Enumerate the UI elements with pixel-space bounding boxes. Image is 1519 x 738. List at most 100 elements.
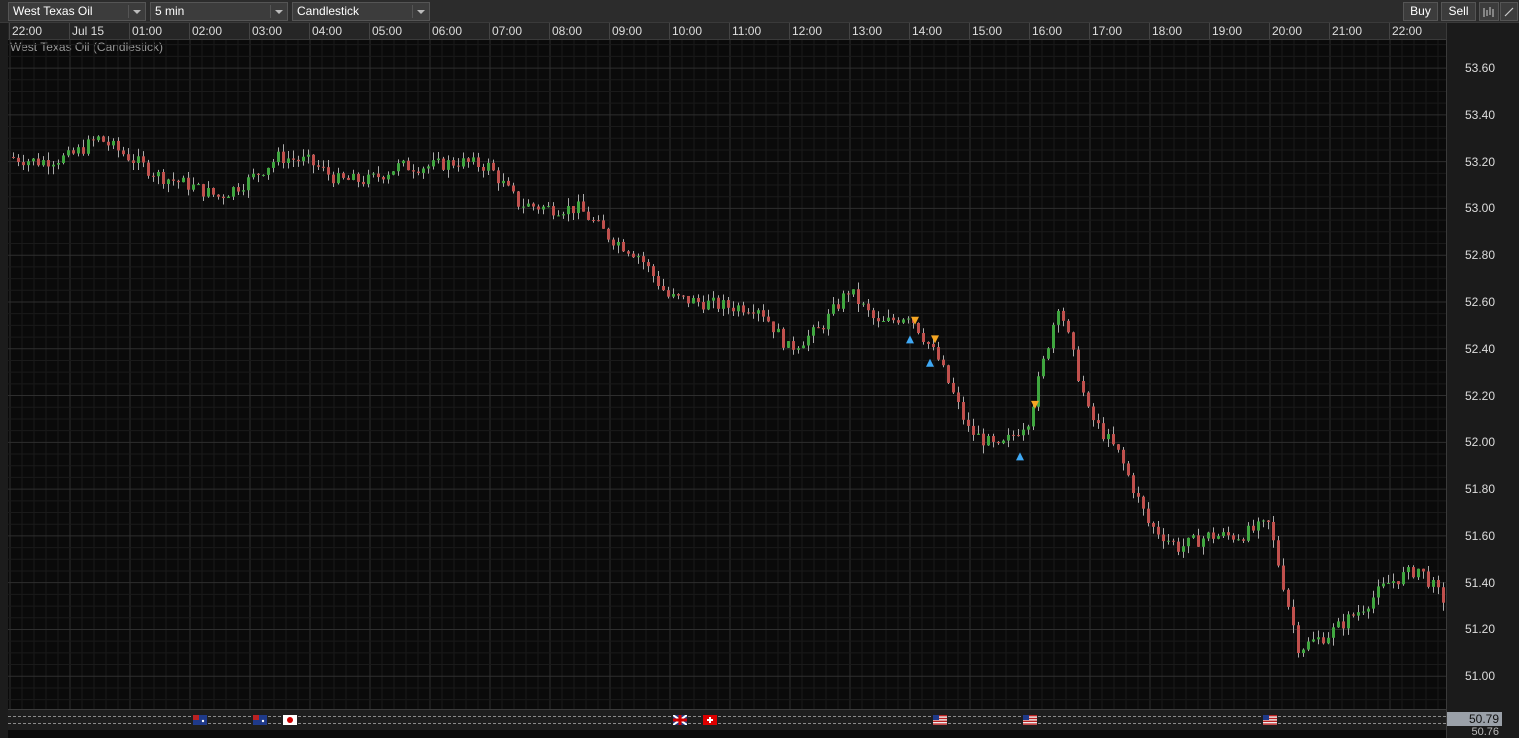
candle-up — [422, 168, 425, 173]
candle-up — [252, 173, 255, 178]
candle-down — [212, 187, 215, 195]
candle-up — [427, 166, 430, 169]
candlestick-plot[interactable] — [8, 40, 1446, 709]
candle-up — [242, 190, 245, 192]
candle-down — [1067, 320, 1070, 333]
candle-down — [537, 206, 540, 210]
flag-au-icon[interactable] — [253, 715, 267, 725]
candle-down — [857, 289, 860, 305]
flag-gb-icon[interactable] — [673, 715, 687, 725]
candle-down — [632, 253, 635, 258]
candle-down — [47, 160, 50, 167]
candle-down — [1087, 392, 1090, 407]
candle-up — [777, 328, 780, 333]
price-tick-label: 53.40 — [1465, 107, 1496, 122]
candle-down — [172, 179, 175, 181]
candle-up — [472, 157, 475, 162]
candle-down — [1147, 508, 1150, 523]
candle-down — [612, 239, 615, 246]
candle-down — [622, 241, 625, 252]
candle-up — [862, 303, 865, 305]
flag-us-icon[interactable] — [933, 715, 947, 725]
candle-up — [1312, 639, 1315, 642]
candle-down — [332, 174, 335, 184]
flag-us-icon[interactable] — [1023, 715, 1037, 725]
candle-down — [1012, 434, 1015, 436]
candle-down — [162, 172, 165, 184]
candle-down — [142, 156, 145, 163]
candle-down — [1422, 568, 1425, 572]
candle-up — [387, 174, 390, 180]
candle-down — [1062, 310, 1065, 321]
candle-down — [467, 158, 470, 162]
candle-down — [1177, 541, 1180, 552]
interval-select[interactable]: 5 min — [150, 2, 288, 21]
candle-up — [232, 187, 235, 197]
candle-down — [37, 158, 40, 166]
candle-down — [1412, 567, 1415, 578]
chart-tools-button[interactable] — [1479, 2, 1499, 21]
price-tick-label: 52.00 — [1465, 435, 1496, 450]
time-tick-label: 16:00 — [1032, 24, 1063, 38]
candle-down — [1292, 606, 1295, 626]
time-tick-label: 08:00 — [552, 24, 583, 38]
candle-down — [322, 166, 325, 168]
candle-down — [877, 318, 880, 322]
time-tick-label: 20:00 — [1272, 24, 1303, 38]
candle-down — [1282, 565, 1285, 590]
candle-down — [1102, 423, 1105, 440]
price-tick-label: 52.40 — [1465, 341, 1496, 356]
candle-down — [1017, 435, 1020, 437]
candle-up — [1207, 532, 1210, 539]
candle-up — [1387, 583, 1390, 585]
candle-down — [312, 154, 315, 166]
candle-down — [347, 177, 350, 180]
flag-au-icon[interactable] — [193, 715, 207, 725]
candle-down — [642, 256, 645, 263]
flag-jp-icon[interactable] — [283, 715, 297, 725]
buy-button[interactable]: Buy — [1403, 2, 1438, 21]
candle-down — [677, 294, 680, 296]
candle-up — [1222, 532, 1225, 537]
candle-down — [257, 173, 260, 175]
instrument-select[interactable]: West Texas Oil — [8, 2, 146, 21]
candle-down — [782, 328, 785, 348]
candle-up — [502, 180, 505, 184]
candle-down — [697, 297, 700, 302]
chart-type-select[interactable]: Candlestick — [292, 2, 430, 21]
candle-down — [1157, 526, 1160, 535]
candle-down — [602, 220, 605, 229]
candle-down — [662, 286, 665, 291]
candle-up — [1372, 597, 1375, 609]
candle-down — [1242, 539, 1245, 541]
candle-up — [182, 177, 185, 183]
candle-down — [12, 156, 15, 158]
price-axis[interactable]: 53.60 53.40 53.20 53.00 52.80 52.60 52.40 52.20… — [1446, 23, 1519, 738]
candle-up — [192, 184, 195, 190]
candle-up — [97, 136, 100, 141]
candle-up — [402, 160, 405, 164]
candle-down — [607, 228, 610, 240]
sell-button[interactable]: Sell — [1441, 2, 1476, 21]
current-price-label: 50.79 — [1447, 712, 1502, 726]
sell-marker-icon — [931, 335, 939, 344]
candle-up — [902, 319, 905, 323]
current-price-secondary: 50.76 — [1471, 726, 1499, 738]
candle-down — [22, 162, 25, 166]
candle-up — [1047, 348, 1050, 359]
candle-up — [827, 313, 830, 330]
candle-up — [692, 297, 695, 304]
candle-down — [727, 300, 730, 308]
draw-line-button[interactable] — [1500, 2, 1518, 21]
flag-us-icon[interactable] — [1263, 715, 1277, 725]
candle-down — [1142, 496, 1145, 509]
candle-up — [722, 300, 725, 309]
flag-ch-icon[interactable] — [703, 715, 717, 725]
candle-down — [532, 203, 535, 207]
candle-down — [947, 365, 950, 383]
candle-down — [377, 173, 380, 178]
candle-down — [282, 151, 285, 163]
time-tick-label: 04:00 — [312, 24, 343, 38]
time-tick-label: 19:00 — [1212, 24, 1243, 38]
candle-up — [307, 154, 310, 157]
